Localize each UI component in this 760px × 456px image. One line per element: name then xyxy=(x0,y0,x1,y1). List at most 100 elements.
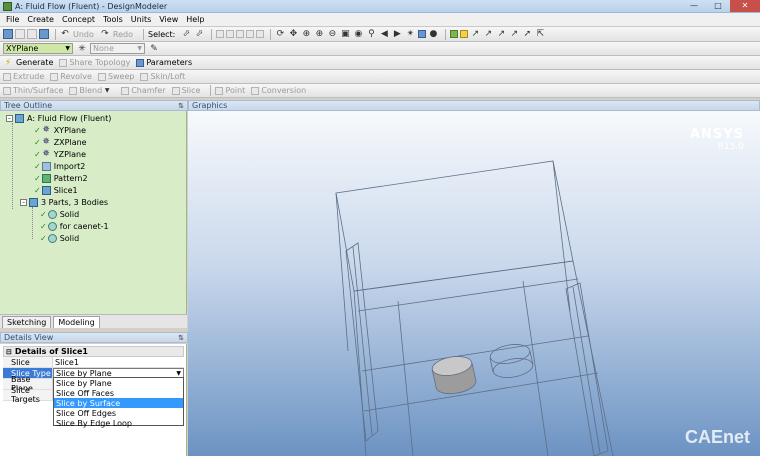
collapse-icon[interactable]: – xyxy=(6,115,13,122)
revolve-button[interactable]: Revolve xyxy=(50,72,92,81)
select-edge-icon[interactable] xyxy=(226,30,235,38)
slice-icon xyxy=(171,86,180,95)
redo-button[interactable]: ↷ Redo xyxy=(100,29,133,39)
menu-view[interactable]: View xyxy=(159,15,178,24)
box-zoom-icon[interactable]: ▣ xyxy=(340,29,350,39)
tree-item-solid[interactable]: ✓ Solid xyxy=(40,209,79,220)
magnifier-icon[interactable]: ⚲ xyxy=(366,29,376,39)
select-body-icon[interactable] xyxy=(246,30,255,38)
menu-help[interactable]: Help xyxy=(186,15,204,24)
menu-create[interactable]: Create xyxy=(27,15,54,24)
tree-item-pattern2[interactable]: ✓ Pattern2 xyxy=(34,173,88,184)
menu-concept[interactable]: Concept xyxy=(62,15,95,24)
plane-toolbar: XYPlane ▼ ✳ None ▼ ✎ xyxy=(0,42,760,56)
edge-direction-icon[interactable]: ↗ xyxy=(470,29,480,39)
zoom-fit-icon[interactable]: ◉ xyxy=(353,29,363,39)
zoom-in-icon[interactable]: ⊕ xyxy=(314,29,324,39)
close-icon[interactable]: ✕ xyxy=(730,0,760,12)
select-filter-icon[interactable]: ⬀ xyxy=(194,29,204,39)
check-icon: ✓ xyxy=(34,126,41,135)
new-file-icon[interactable] xyxy=(3,29,13,39)
tab-sketching[interactable]: Sketching xyxy=(2,316,52,328)
menu-tools[interactable]: Tools xyxy=(103,15,123,24)
conversion-button[interactable]: Conversion xyxy=(251,86,306,95)
app-icon xyxy=(3,1,12,11)
tree-item-slice1[interactable]: ✓ Slice1 xyxy=(34,185,78,196)
wireframe-icon[interactable]: ● xyxy=(428,29,438,39)
edge-joint-icon[interactable]: ↗ xyxy=(483,29,493,39)
minimize-icon[interactable]: — xyxy=(682,0,706,12)
tab-modeling[interactable]: Modeling xyxy=(53,316,100,328)
isometric-icon[interactable]: ✴ xyxy=(405,29,415,39)
separator xyxy=(211,28,213,40)
check-icon: ✓ xyxy=(34,138,41,147)
undo-button[interactable]: ↶ Undo xyxy=(60,29,94,39)
sweep-button[interactable]: Sweep xyxy=(97,72,134,81)
tree-item-root[interactable]: – A: Fluid Flow (Fluent) xyxy=(6,113,111,124)
tree-line xyxy=(32,207,33,239)
point-icon xyxy=(215,86,224,95)
chamfer-button[interactable]: Chamfer xyxy=(121,86,166,95)
tree-item-solid-2[interactable]: ✓ Solid xyxy=(40,233,79,244)
tree-item-caenet[interactable]: ✓ for caenet-1 xyxy=(40,221,109,232)
tree-outline-header: Tree Outline ⇅ xyxy=(0,100,188,111)
next-view-icon[interactable]: ▶ xyxy=(392,29,402,39)
parameters-button[interactable]: Parameters xyxy=(136,58,192,67)
display-mode-icon[interactable] xyxy=(418,30,427,38)
active-plane-select[interactable]: XYPlane ▼ xyxy=(3,43,73,54)
option-slice-off-edges[interactable]: Slice Off Edges xyxy=(54,408,183,418)
slice-button[interactable]: Slice xyxy=(171,86,200,95)
thin-surface-button[interactable]: Thin/Surface xyxy=(3,86,63,95)
point-button[interactable]: Point xyxy=(215,86,245,95)
tree-item-parts[interactable]: – 3 Parts, 3 Bodies xyxy=(20,197,108,208)
rotate-icon[interactable]: ⟳ xyxy=(275,29,285,39)
tree-item-yzplane[interactable]: ✓ ✵ YZPlane xyxy=(34,149,86,160)
pin-icon[interactable]: ⇅ xyxy=(178,102,184,110)
collapse-icon[interactable]: – xyxy=(20,199,27,206)
select-face-icon[interactable] xyxy=(236,30,245,38)
option-slice-by-plane[interactable]: Slice by Plane xyxy=(54,378,183,388)
previous-view-icon[interactable]: ◀ xyxy=(379,29,389,39)
edge-color-icon[interactable]: ↗ xyxy=(509,29,519,39)
display-edge-icon[interactable] xyxy=(460,30,469,38)
box-edge xyxy=(572,260,614,456)
main-toolbar: ↶ Undo ↷ Redo Select: ⬀ ⬀ ⟳ ✥ ⊕ ⊕ ⊖ ▣ ◉ ⚲ … xyxy=(0,27,760,42)
extrude-button[interactable]: Extrude xyxy=(3,72,44,81)
option-slice-by-surface[interactable]: Slice by Surface xyxy=(54,398,183,408)
pin-icon[interactable]: ⇅ xyxy=(178,334,184,342)
select-mode-icon[interactable]: ⬀ xyxy=(181,29,191,39)
check-icon: ✓ xyxy=(34,186,41,195)
blend-button[interactable]: Blend ▼ xyxy=(69,86,115,96)
edge-display-icon[interactable]: ↗ xyxy=(496,29,506,39)
new-plane-icon[interactable]: ✳ xyxy=(77,44,87,54)
tree-item-zxplane[interactable]: ✓ ✵ ZXPlane xyxy=(34,137,87,148)
save-icon[interactable] xyxy=(27,29,37,39)
graphics-viewport[interactable]: ANSYS R15.0 CAEnet xyxy=(188,111,760,456)
new-sketch-icon[interactable]: ✎ xyxy=(149,44,159,54)
menu-units[interactable]: Units xyxy=(131,15,151,24)
zoom-icon[interactable]: ⊕ xyxy=(301,29,311,39)
maximize-icon[interactable]: □ xyxy=(706,0,730,12)
tree-item-xyplane[interactable]: ✓ ✵ XYPlane xyxy=(34,125,86,136)
screenshot-icon[interactable] xyxy=(39,29,49,39)
pan-icon[interactable]: ✥ xyxy=(288,29,298,39)
generate-button[interactable]: ⚡ Generate xyxy=(3,58,54,68)
open-file-icon[interactable] xyxy=(15,29,25,39)
sweep-icon xyxy=(97,72,106,81)
collapse-icon[interactable]: ⊟ xyxy=(6,348,12,356)
cross-section-icon[interactable]: ➚ xyxy=(522,29,532,39)
share-topology-button[interactable]: Share Topology xyxy=(59,58,130,67)
skin-loft-button[interactable]: Skin/Loft xyxy=(140,72,185,81)
pointer-icon[interactable]: ⇱ xyxy=(535,29,545,39)
active-sketch-select[interactable]: None ▼ xyxy=(90,43,145,54)
separator xyxy=(143,28,144,40)
redo-icon: ↷ xyxy=(101,29,109,39)
option-slice-off-faces[interactable]: Slice Off Faces xyxy=(54,388,183,398)
select-point-icon[interactable] xyxy=(216,30,225,38)
display-model-icon[interactable] xyxy=(450,30,459,38)
extend-selection-icon[interactable] xyxy=(256,30,265,38)
tree-item-import2[interactable]: ✓ Import2 xyxy=(34,161,85,172)
option-slice-by-edge-loop[interactable]: Slice By Edge Loop xyxy=(54,418,183,428)
menu-file[interactable]: File xyxy=(6,15,19,24)
zoom-out-icon[interactable]: ⊖ xyxy=(327,29,337,39)
